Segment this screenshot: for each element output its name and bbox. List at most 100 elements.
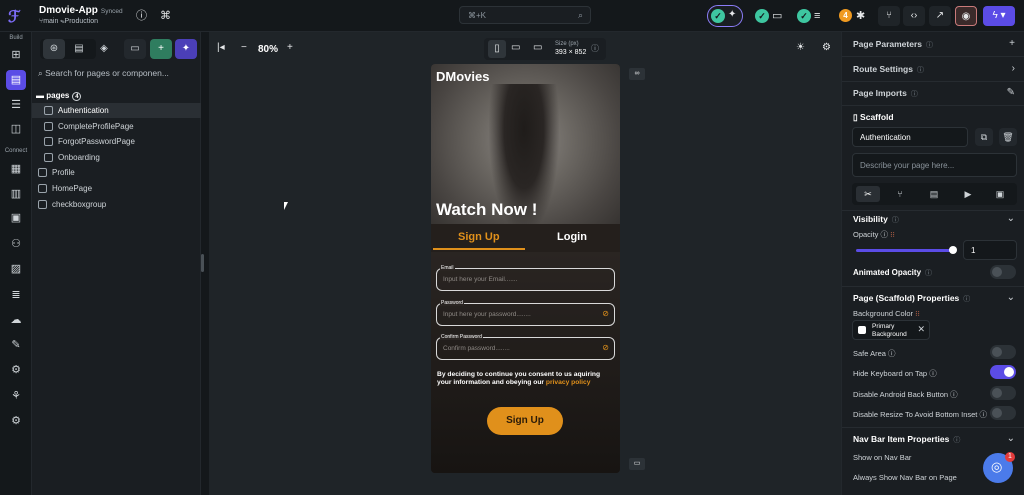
backend-query-tab-icon[interactable]: ▤ (922, 186, 946, 202)
tree-item-homepage[interactable]: HomePage (32, 181, 201, 196)
edit-icon[interactable]: ✎ (1007, 87, 1015, 98)
command-search-input[interactable]: ⌘+K ⌕ (459, 6, 591, 24)
components-tab-icon[interactable]: ▤ (68, 39, 90, 59)
collaboration-pill[interactable]: ✓ ✦ (707, 5, 743, 27)
tree-item-completeprofilepage[interactable]: CompleteProfilePage (32, 119, 201, 134)
api-icon[interactable]: ▣ (8, 210, 24, 226)
ai-generate-button[interactable]: ✦ (175, 39, 197, 59)
pages-tab-icon[interactable]: ⊛ (43, 39, 65, 59)
opacity-input[interactable]: 1 (963, 240, 1017, 260)
scaffold-properties-header[interactable]: Page (Scaffold) Properties ⓘ (853, 293, 970, 304)
opacity-slider[interactable] (856, 246, 957, 254)
help-icon[interactable]: ⓘ (136, 9, 147, 23)
link-icon[interactable]: ∞ (629, 68, 645, 80)
add-parameter-icon[interactable]: + (1009, 38, 1015, 49)
visibility-header[interactable]: Visibility ⓘ (853, 214, 899, 225)
preview-eye-button[interactable]: ◉ (955, 6, 977, 26)
page-parameters-header[interactable]: Page Parameters ⓘ (853, 39, 933, 50)
size-value[interactable]: 393 × 852 (555, 49, 586, 56)
custom-code-icon[interactable]: ✎ (8, 337, 24, 353)
integrations-icon[interactable]: ⚇ (8, 236, 24, 252)
command-icon[interactable]: ⌘ (160, 9, 171, 23)
animations-tab-icon[interactable]: ▶ (956, 186, 980, 202)
disable-back-toggle[interactable] (990, 386, 1016, 400)
actions-tab-icon[interactable]: ⑂ (888, 186, 912, 202)
variable-icon[interactable]: ⁝⁝ (890, 230, 895, 239)
chevron-down-icon[interactable]: ⌄ (1007, 433, 1015, 444)
branch-info[interactable]: ⑂main ✎Production (39, 18, 98, 25)
copy-icon[interactable]: ⧉ (975, 128, 993, 146)
tree-item-onboarding[interactable]: Onboarding (32, 150, 201, 165)
page-search-input[interactable]: ⌕ Search for pages or componen... (38, 68, 195, 84)
widget-tree-icon[interactable]: ☰ (8, 97, 24, 113)
library-tab-icon[interactable]: ◈ (93, 39, 115, 59)
pages-icon[interactable]: ▤ (6, 70, 26, 90)
page-imports-header[interactable]: Page Imports ⓘ (853, 88, 918, 99)
media-assets-icon[interactable]: ▨ (8, 261, 24, 277)
visibility-off-icon[interactable]: ⊘ (602, 309, 609, 318)
zoom-in-button[interactable]: + (287, 42, 293, 53)
collapse-panel-icon[interactable]: |◂ (217, 42, 225, 53)
notification-count-badge[interactable]: 4 (839, 9, 852, 22)
light-mode-icon[interactable]: ☀ (796, 42, 805, 53)
tree-item-forgotpasswordpage[interactable]: ForgotPasswordPage (32, 134, 201, 149)
desktop-device-icon[interactable]: ▭ (533, 42, 542, 53)
tree-item-authentication[interactable]: Authentication (32, 103, 201, 118)
docs-tab-icon[interactable]: ▣ (988, 186, 1012, 202)
open-external-button[interactable]: ↗ (929, 6, 951, 26)
pages-folder[interactable]: ▬ pages 4 (36, 88, 201, 103)
resize-handle[interactable] (201, 254, 204, 272)
folder-add-icon[interactable]: ▭ (124, 39, 146, 59)
app-name[interactable]: Dmovie-App Synced (39, 5, 123, 16)
agents-icon[interactable]: ⚙ (8, 362, 24, 378)
cloud-functions-icon[interactable]: ☁ (8, 312, 24, 328)
slider-knob[interactable] (949, 246, 957, 254)
properties-tab-icon[interactable]: ✂ (856, 186, 880, 202)
hide-keyboard-toggle[interactable] (990, 365, 1016, 379)
phone-device-icon[interactable]: ▯ (488, 40, 506, 58)
privacy-policy-link[interactable]: privacy policy (546, 379, 591, 386)
email-field[interactable]: Input here your Email....... (436, 268, 615, 291)
info-icon[interactable]: ⓘ (591, 43, 599, 54)
flutterflow-logo-icon[interactable]: ℱ (8, 7, 26, 26)
database-icon[interactable]: ▦ (8, 161, 24, 177)
canvas-settings-icon[interactable]: ⚙ (822, 42, 831, 53)
run-lightning-button[interactable]: ϟ ▾ (983, 6, 1015, 26)
variable-icon[interactable]: ⁝⁝ (915, 309, 920, 318)
chat-support-button[interactable]: ◎ 1 (983, 452, 1015, 483)
git-branch-button[interactable]: ⑂ (878, 6, 900, 26)
chevron-right-icon[interactable]: › (1012, 63, 1015, 74)
app-state-icon[interactable]: ▥ (8, 186, 24, 202)
nav-bar-properties-header[interactable]: Nav Bar Item Properties ⓘ (853, 434, 960, 445)
clear-icon[interactable]: ✕ (917, 324, 925, 335)
comment-icon[interactable]: ▭ (772, 9, 782, 23)
disable-resize-toggle[interactable] (990, 406, 1016, 420)
settings-icon[interactable]: ⚙ (8, 413, 24, 429)
add-widget-icon[interactable]: ⊞ (8, 47, 24, 63)
password-field[interactable]: Input here your password........ ⊘ (436, 303, 615, 326)
page-name-input[interactable]: Authentication (852, 127, 968, 147)
flash-list-icon[interactable]: ≡ (814, 9, 820, 23)
delete-icon[interactable]: 🗑 (999, 128, 1017, 146)
keyboard-icon[interactable]: ▭ (629, 458, 645, 470)
components-icon[interactable]: ◫ (8, 121, 24, 137)
tab-signup[interactable]: Sign Up (458, 231, 500, 243)
page-description-input[interactable]: Describe your page here... (852, 153, 1017, 177)
phone-preview[interactable]: DMovies Watch Now ! Sign Up Login Input … (431, 64, 620, 473)
visibility-off-icon[interactable]: ⊘ (602, 343, 609, 352)
chevron-down-icon[interactable]: ⌄ (1007, 213, 1015, 224)
bug-icon[interactable]: ✱ (856, 9, 865, 23)
tab-login[interactable]: Login (557, 231, 587, 243)
chevron-down-icon[interactable]: ⌄ (1007, 292, 1015, 303)
safe-area-toggle[interactable] (990, 345, 1016, 359)
route-settings-header[interactable]: Route Settings ⓘ (853, 64, 924, 75)
zoom-level[interactable]: 80% (258, 44, 278, 55)
confirm-password-field[interactable]: Confirm password........ ⊘ (436, 337, 615, 360)
tablet-device-icon[interactable]: ▭ (511, 42, 520, 53)
zoom-out-button[interactable]: − (241, 42, 247, 53)
deploy-icon[interactable]: ⚘ (8, 388, 24, 404)
animated-opacity-toggle[interactable] (990, 265, 1016, 279)
add-page-button[interactable]: + (150, 39, 172, 59)
background-color-picker[interactable]: Primary Background ✕ (852, 320, 930, 340)
theme-icon[interactable]: ≣ (8, 287, 24, 303)
